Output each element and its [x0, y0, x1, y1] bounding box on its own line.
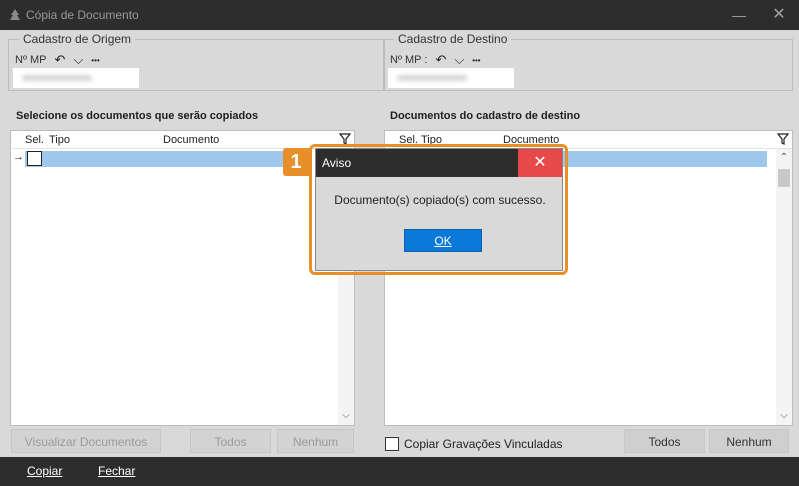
dialog-message: Documento(s) copiado(s) com sucesso.	[334, 193, 546, 207]
destino-group: Cadastro de Destino Nº MP : ↶ ⌵ •••	[383, 32, 793, 91]
left-grid-header: Sel. Tipo Documento	[11, 131, 354, 149]
left-todos-button[interactable]: Todos	[190, 429, 271, 453]
copiar-gravacoes-label: Copiar Gravações Vinculadas	[404, 437, 563, 451]
copiar-button[interactable]: Copiar	[27, 464, 62, 478]
step-badge: 1	[283, 148, 309, 176]
right-panel-title: Documentos do cadastro de destino	[390, 110, 581, 122]
undo-icon[interactable]: ↶	[435, 52, 446, 68]
right-scrollbar[interactable]: ⌃ ⌵	[776, 149, 792, 425]
aviso-dialog: Aviso ✕ Documento(s) copiado(s) com suce…	[315, 148, 563, 271]
window-title: Cópia de Documento	[26, 8, 139, 22]
scrollbar-thumb[interactable]	[778, 169, 790, 187]
undo-icon[interactable]: ↶	[55, 52, 66, 68]
visualizar-documentos-button[interactable]: Visualizar Documentos	[11, 429, 161, 453]
bottom-action-bar: Copiar Fechar	[0, 457, 799, 486]
chevron-down-icon[interactable]: ⌵	[454, 52, 464, 68]
scroll-down-icon[interactable]: ⌵	[338, 409, 354, 423]
copiar-gravacoes-option[interactable]: Copiar Gravações Vinculadas	[385, 437, 563, 451]
origem-mp-label: Nº MP	[15, 54, 47, 66]
origem-value-field[interactable]	[13, 68, 139, 88]
minimize-button[interactable]: —	[725, 4, 753, 26]
destino-value-field[interactable]	[388, 68, 514, 88]
more-icon[interactable]: •••	[472, 56, 480, 65]
left-nenhum-button[interactable]: Nenhum	[277, 429, 354, 453]
right-todos-button[interactable]: Todos	[624, 429, 705, 453]
origem-legend: Cadastro de Origem	[19, 32, 136, 46]
copiar-gravacoes-checkbox[interactable]	[385, 437, 399, 451]
row-pointer-icon: →	[13, 151, 24, 163]
origem-toolbar: Nº MP ↶ ⌵ •••	[15, 52, 100, 68]
destino-toolbar: Nº MP : ↶ ⌵ •••	[390, 52, 481, 68]
dialog-close-button[interactable]: ✕	[518, 149, 562, 177]
scroll-up-icon[interactable]: ⌃	[776, 151, 792, 165]
right-nenhum-button[interactable]: Nenhum	[709, 429, 789, 453]
dialog-title: Aviso	[316, 149, 520, 177]
close-window-button[interactable]: ✕	[765, 4, 793, 26]
tree-icon	[10, 9, 20, 20]
chevron-down-icon[interactable]: ⌵	[73, 52, 83, 68]
more-icon[interactable]: •••	[91, 56, 99, 65]
ok-button[interactable]: OK	[404, 229, 482, 252]
destino-mp-label: Nº MP :	[390, 54, 428, 66]
column-tipo[interactable]: Tipo	[49, 134, 70, 146]
scroll-down-icon[interactable]: ⌵	[776, 409, 792, 423]
column-documento[interactable]: Documento	[163, 134, 219, 146]
title-bar: Cópia de Documento — ✕	[0, 0, 799, 30]
origem-group: Cadastro de Origem Nº MP ↶ ⌵ •••	[8, 32, 385, 91]
column-sel[interactable]: Sel.	[25, 134, 44, 146]
filter-icon[interactable]	[777, 133, 789, 146]
row-select-checkbox[interactable]	[27, 151, 42, 166]
left-panel-title: Selecione os documentos que serão copiad…	[16, 110, 259, 122]
fechar-button[interactable]: Fechar	[98, 464, 135, 478]
destino-legend: Cadastro de Destino	[394, 32, 512, 46]
table-row[interactable]	[25, 151, 308, 167]
